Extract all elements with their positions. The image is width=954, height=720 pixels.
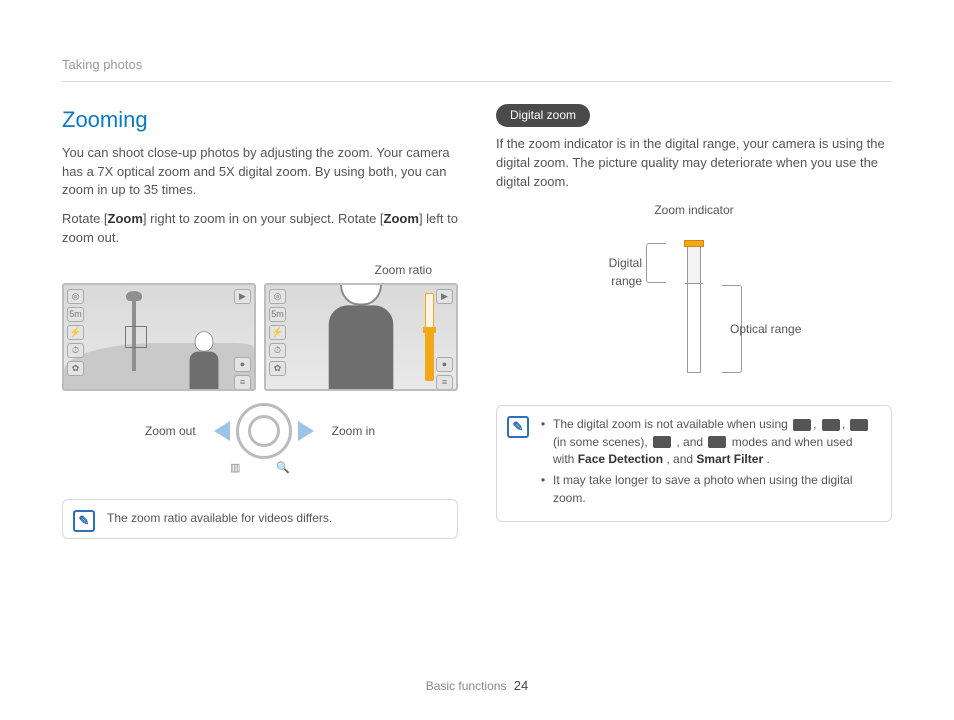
zoom-ratio-label: Zoom ratio bbox=[62, 262, 432, 279]
smart-filter-term: Smart Filter bbox=[696, 452, 763, 466]
digital-range-label: Digital range bbox=[584, 255, 642, 290]
intro-text: You can shoot close-up photos by adjusti… bbox=[62, 144, 458, 201]
page-title: Zooming bbox=[62, 104, 458, 136]
play-icon: ▶ bbox=[436, 289, 453, 304]
size-icon: 5m bbox=[269, 307, 286, 322]
mode-icon: ◎ bbox=[269, 289, 286, 304]
text: . bbox=[766, 452, 769, 466]
text: Rotate [ bbox=[62, 211, 108, 226]
flash-icon: ⚡ bbox=[269, 325, 286, 340]
rec-icon: ● bbox=[436, 357, 453, 372]
note-box-left: ✎ The zoom ratio available for videos di… bbox=[62, 499, 458, 538]
zoom-dial-icon bbox=[232, 399, 296, 463]
mode-icon bbox=[708, 436, 726, 448]
mode-icon bbox=[850, 419, 868, 431]
mode-icon bbox=[653, 436, 671, 448]
zoom-word: Zoom bbox=[384, 211, 419, 226]
rotate-instruction: Rotate [Zoom] right to zoom in on your s… bbox=[62, 210, 458, 248]
screen-wide: ◎ 5m ⚡ ⏱ ✿ ▶ ● ≡ bbox=[62, 283, 256, 391]
footer-section: Basic functions bbox=[426, 679, 507, 693]
note-item: The digital zoom is not available when u… bbox=[541, 416, 877, 468]
zoom-dial-row: Zoom out Zoom in bbox=[62, 399, 458, 463]
rec-icon: ● bbox=[234, 357, 251, 372]
page-footer: Basic functions 24 bbox=[0, 677, 954, 696]
zoom-bar-icon bbox=[425, 293, 434, 381]
zoom-indicator-label: Zoom indicator bbox=[496, 202, 892, 219]
zoom-out-label: Zoom out bbox=[145, 423, 196, 440]
text: The digital zoom is not available when u… bbox=[553, 417, 791, 431]
arrow-right-icon bbox=[298, 421, 314, 441]
timer-icon: ⏱ bbox=[67, 343, 84, 358]
macro-icon: ✿ bbox=[269, 361, 286, 376]
arrow-left-icon bbox=[214, 421, 230, 441]
zoom-bar-diagram-icon bbox=[687, 243, 701, 373]
digital-zoom-text: If the zoom indicator is in the digital … bbox=[496, 135, 892, 192]
camera-screens: ◎ 5m ⚡ ⏱ ✿ ▶ ● ≡ ◎ 5m ⚡ ⏱ bbox=[62, 283, 458, 391]
focus-box-icon bbox=[125, 326, 147, 348]
zoom-word: Zoom bbox=[108, 211, 143, 226]
macro-icon: ✿ bbox=[67, 361, 84, 376]
face-detection-term: Face Detection bbox=[578, 452, 663, 466]
note-box-right: ✎ The digital zoom is not available when… bbox=[496, 405, 892, 522]
mode-icon: ◎ bbox=[67, 289, 84, 304]
wide-icon: ▥ bbox=[230, 461, 240, 477]
text: , and bbox=[676, 435, 706, 449]
text: (in some scenes), bbox=[553, 435, 651, 449]
note-left-text: The zoom ratio available for videos diff… bbox=[107, 511, 332, 525]
play-icon: ▶ bbox=[234, 289, 251, 304]
text: , and bbox=[666, 452, 696, 466]
digital-zoom-pill: Digital zoom bbox=[496, 104, 590, 127]
right-column: Digital zoom If the zoom indicator is in… bbox=[496, 104, 892, 539]
mode-icon bbox=[793, 419, 811, 431]
note-icon: ✎ bbox=[73, 510, 95, 532]
note-icon: ✎ bbox=[507, 416, 529, 438]
flash-icon: ⚡ bbox=[67, 325, 84, 340]
mode-icon bbox=[822, 419, 840, 431]
menu-icon: ≡ bbox=[436, 375, 453, 390]
left-column: Zooming You can shoot close-up photos by… bbox=[62, 104, 458, 539]
page-number: 24 bbox=[514, 678, 528, 693]
text: ] right to zoom in on your subject. Rota… bbox=[143, 211, 384, 226]
optical-range-label: Optical range bbox=[730, 321, 804, 338]
note-item: It may take longer to save a photo when … bbox=[541, 472, 877, 507]
brace-icon bbox=[646, 243, 666, 283]
menu-icon: ≡ bbox=[234, 375, 251, 390]
screen-zoomed: ◎ 5m ⚡ ⏱ ✿ ▶ ● ≡ bbox=[264, 283, 458, 391]
zoom-in-label: Zoom in bbox=[332, 423, 375, 440]
timer-icon: ⏱ bbox=[269, 343, 286, 358]
indicator-diagram: Digital range Optical range bbox=[584, 223, 804, 383]
dial-sub-icons: ▥ 🔍 bbox=[62, 461, 458, 477]
size-icon: 5m bbox=[67, 307, 84, 322]
breadcrumb: Taking photos bbox=[62, 56, 892, 82]
tele-icon: 🔍 bbox=[276, 461, 290, 477]
